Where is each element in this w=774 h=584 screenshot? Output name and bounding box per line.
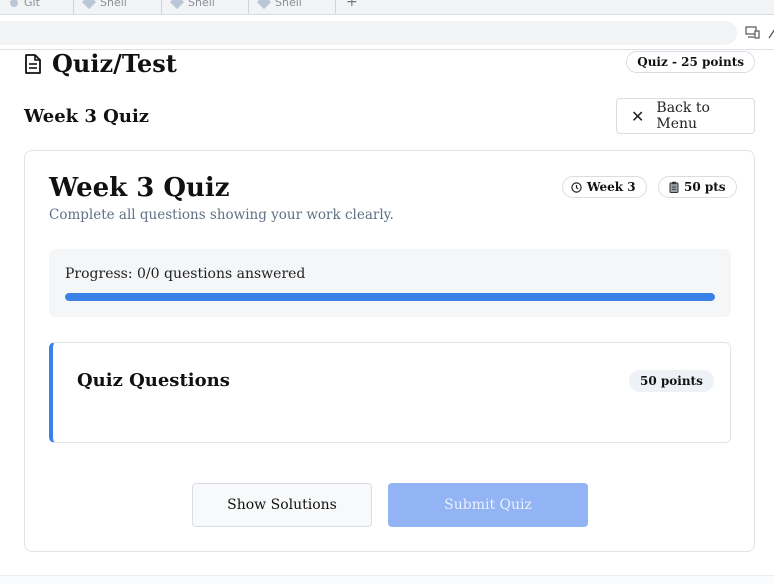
week-badge: Week 3 <box>562 176 647 198</box>
quiz-questions-panel: Quiz Questions 50 points <box>49 342 731 443</box>
page-header: Quiz/Test <box>24 51 177 77</box>
browser-tab-shell-2[interactable]: Shell <box>162 0 249 14</box>
quiz-questions-title: Quiz Questions <box>77 370 230 391</box>
tab-label: Shell <box>100 0 127 9</box>
page-title: Quiz/Test <box>52 49 177 78</box>
devices-icon[interactable] <box>745 26 761 44</box>
tab-label: Shell <box>275 0 302 9</box>
url-input[interactable] <box>0 21 737 45</box>
points-badge-label: 50 pts <box>684 180 726 194</box>
progress-bar-fill <box>65 293 715 301</box>
tab-label: Shell <box>188 0 215 9</box>
points-badge: 50 pts <box>658 176 737 198</box>
git-icon <box>10 0 18 7</box>
browser-tab-shell-3[interactable]: Shell <box>249 0 336 14</box>
browser-tab-bar: Git Shell Shell Shell + <box>0 0 774 15</box>
quiz-title: Week 3 Quiz <box>49 173 230 203</box>
new-tab-button[interactable]: + <box>346 0 358 10</box>
progress-section: Progress: 0/0 questions answered <box>49 249 731 317</box>
back-to-menu-button[interactable]: ✕ Back to Menu <box>616 98 755 134</box>
document-icon <box>25 54 41 74</box>
quiz-questions-points: 50 points <box>629 370 714 392</box>
clock-icon <box>571 181 582 193</box>
close-icon: ✕ <box>631 106 645 126</box>
browser-tab-shell-1[interactable]: Shell <box>74 0 162 14</box>
week-badge-label: Week 3 <box>587 180 636 194</box>
browser-tab-git[interactable]: Git <box>0 0 74 14</box>
quiz-card: Week 3 Quiz Complete all questions showi… <box>24 150 755 552</box>
edit-icon[interactable] <box>768 26 774 44</box>
shell-icon <box>81 0 97 10</box>
quiz-description: Complete all questions showing your work… <box>49 207 394 223</box>
progress-bar <box>65 293 715 301</box>
address-bar <box>0 16 774 50</box>
submit-quiz-button[interactable]: Submit Quiz <box>388 483 588 527</box>
clipboard-icon <box>669 181 679 193</box>
progress-label: Progress: 0/0 questions answered <box>65 266 306 282</box>
quiz-type-badge: Quiz - 25 points <box>626 51 755 73</box>
show-solutions-button[interactable]: Show Solutions <box>192 483 372 527</box>
back-to-menu-label: Back to Menu <box>656 100 710 132</box>
shell-icon <box>256 0 272 10</box>
quiz-subtitle: Week 3 Quiz <box>24 106 150 127</box>
quiz-page: Quiz/Test Quiz - 25 points Week 3 Quiz ✕… <box>0 51 774 584</box>
shell-icon <box>169 0 185 10</box>
page-footer-divider <box>0 575 774 584</box>
tab-label: Git <box>24 0 40 9</box>
